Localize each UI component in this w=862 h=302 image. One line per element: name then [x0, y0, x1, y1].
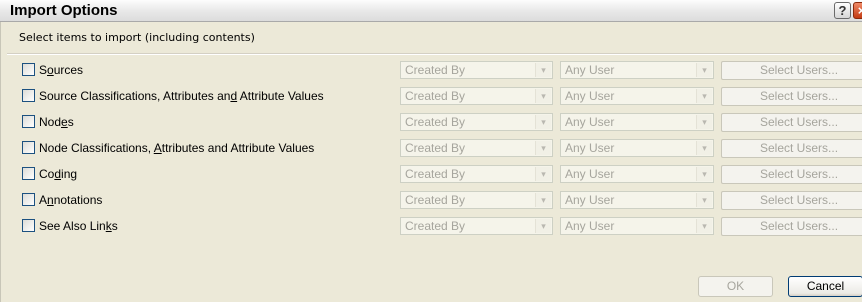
- created-by-dropdown[interactable]: Created By ▾: [400, 165, 553, 183]
- import-option-label[interactable]: Node Classifications, Attributes and Att…: [39, 141, 314, 155]
- user-dropdown-value: Any User: [565, 89, 615, 103]
- import-option-row: Node Classifications, Attributes and Att…: [1, 137, 862, 159]
- import-option-row: Source Classifications, Attributes and A…: [1, 85, 862, 107]
- chevron-down-icon[interactable]: ▾: [696, 115, 712, 129]
- created-by-dropdown[interactable]: Created By ▾: [400, 139, 553, 157]
- user-dropdown-value: Any User: [565, 167, 615, 181]
- select-users-button[interactable]: Select Users...: [721, 87, 862, 106]
- user-dropdown[interactable]: Any User ▾: [560, 165, 714, 183]
- help-button[interactable]: ?: [834, 2, 851, 19]
- import-checkbox[interactable]: [22, 219, 35, 232]
- select-users-button[interactable]: Select Users...: [721, 113, 862, 132]
- separator: [7, 53, 862, 55]
- import-option-row: Annotations Created By ▾ Any User ▾ Select Us…: [1, 189, 862, 211]
- created-by-dropdown[interactable]: Created By ▾: [400, 61, 553, 79]
- user-dropdown[interactable]: Any User ▾: [560, 87, 714, 105]
- user-dropdown[interactable]: Any User ▾: [560, 191, 714, 209]
- import-option-label[interactable]: Sources: [39, 63, 83, 77]
- select-users-button[interactable]: Select Users...: [721, 217, 862, 236]
- user-dropdown-value: Any User: [565, 115, 615, 129]
- user-dropdown[interactable]: Any User ▾: [560, 139, 714, 157]
- title-bar: Import Options ? ×: [0, 0, 862, 22]
- created-by-dropdown-value: Created By: [405, 141, 466, 155]
- select-users-button[interactable]: Select Users...: [721, 139, 862, 158]
- chevron-down-icon[interactable]: ▾: [535, 193, 551, 207]
- created-by-dropdown-value: Created By: [405, 63, 466, 77]
- dialog-body: Select items to import (including conten…: [0, 22, 862, 302]
- import-option-label[interactable]: Source Classifications, Attributes and A…: [39, 89, 324, 103]
- import-checkbox[interactable]: [22, 115, 35, 128]
- chevron-down-icon[interactable]: ▾: [535, 63, 551, 77]
- created-by-dropdown-value: Created By: [405, 193, 466, 207]
- created-by-dropdown-value: Created By: [405, 115, 466, 129]
- import-option-label[interactable]: Nodes: [39, 115, 74, 129]
- select-users-button[interactable]: Select Users...: [721, 61, 862, 80]
- import-option-row: Coding Created By ▾ Any User ▾ Select Users..…: [1, 163, 862, 185]
- import-checkbox[interactable]: [22, 167, 35, 180]
- import-option-label[interactable]: See Also Links: [39, 219, 118, 233]
- help-icon: ?: [838, 3, 847, 18]
- window-title: Import Options: [10, 2, 118, 19]
- cancel-button[interactable]: Cancel: [788, 276, 862, 297]
- created-by-dropdown[interactable]: Created By ▾: [400, 191, 553, 209]
- import-option-label[interactable]: Coding: [39, 167, 77, 181]
- import-checkbox[interactable]: [22, 193, 35, 206]
- chevron-down-icon[interactable]: ▾: [696, 63, 712, 77]
- chevron-down-icon[interactable]: ▾: [535, 167, 551, 181]
- user-dropdown[interactable]: Any User ▾: [560, 61, 714, 79]
- import-option-row: Sources Created By ▾ Any User ▾ Select Users.…: [1, 59, 862, 81]
- ok-button[interactable]: OK: [698, 276, 773, 297]
- user-dropdown-value: Any User: [565, 141, 615, 155]
- created-by-dropdown[interactable]: Created By ▾: [400, 87, 553, 105]
- import-option-row: See Also Links Created By ▾ Any User ▾ Select…: [1, 215, 862, 237]
- close-button[interactable]: ×: [853, 2, 862, 19]
- chevron-down-icon[interactable]: ▾: [535, 89, 551, 103]
- import-option-label[interactable]: Annotations: [39, 193, 102, 207]
- user-dropdown[interactable]: Any User ▾: [560, 113, 714, 131]
- chevron-down-icon[interactable]: ▾: [535, 219, 551, 233]
- chevron-down-icon[interactable]: ▾: [535, 115, 551, 129]
- import-checkbox[interactable]: [22, 63, 35, 76]
- import-checkbox[interactable]: [22, 89, 35, 102]
- chevron-down-icon[interactable]: ▾: [696, 141, 712, 155]
- instruction-text: Select items to import (including conten…: [19, 31, 255, 44]
- import-option-row: Nodes Created By ▾ Any User ▾ Select Users...: [1, 111, 862, 133]
- chevron-down-icon[interactable]: ▾: [696, 89, 712, 103]
- close-icon: ×: [857, 3, 862, 18]
- chevron-down-icon[interactable]: ▾: [535, 141, 551, 155]
- select-users-button[interactable]: Select Users...: [721, 191, 862, 210]
- created-by-dropdown[interactable]: Created By ▾: [400, 113, 553, 131]
- user-dropdown-value: Any User: [565, 63, 615, 77]
- created-by-dropdown[interactable]: Created By ▾: [400, 217, 553, 235]
- chevron-down-icon[interactable]: ▾: [696, 219, 712, 233]
- created-by-dropdown-value: Created By: [405, 167, 466, 181]
- select-users-button[interactable]: Select Users...: [721, 165, 862, 184]
- created-by-dropdown-value: Created By: [405, 219, 466, 233]
- created-by-dropdown-value: Created By: [405, 89, 466, 103]
- import-checkbox[interactable]: [22, 141, 35, 154]
- user-dropdown[interactable]: Any User ▾: [560, 217, 714, 235]
- user-dropdown-value: Any User: [565, 193, 615, 207]
- user-dropdown-value: Any User: [565, 219, 615, 233]
- chevron-down-icon[interactable]: ▾: [696, 193, 712, 207]
- chevron-down-icon[interactable]: ▾: [696, 167, 712, 181]
